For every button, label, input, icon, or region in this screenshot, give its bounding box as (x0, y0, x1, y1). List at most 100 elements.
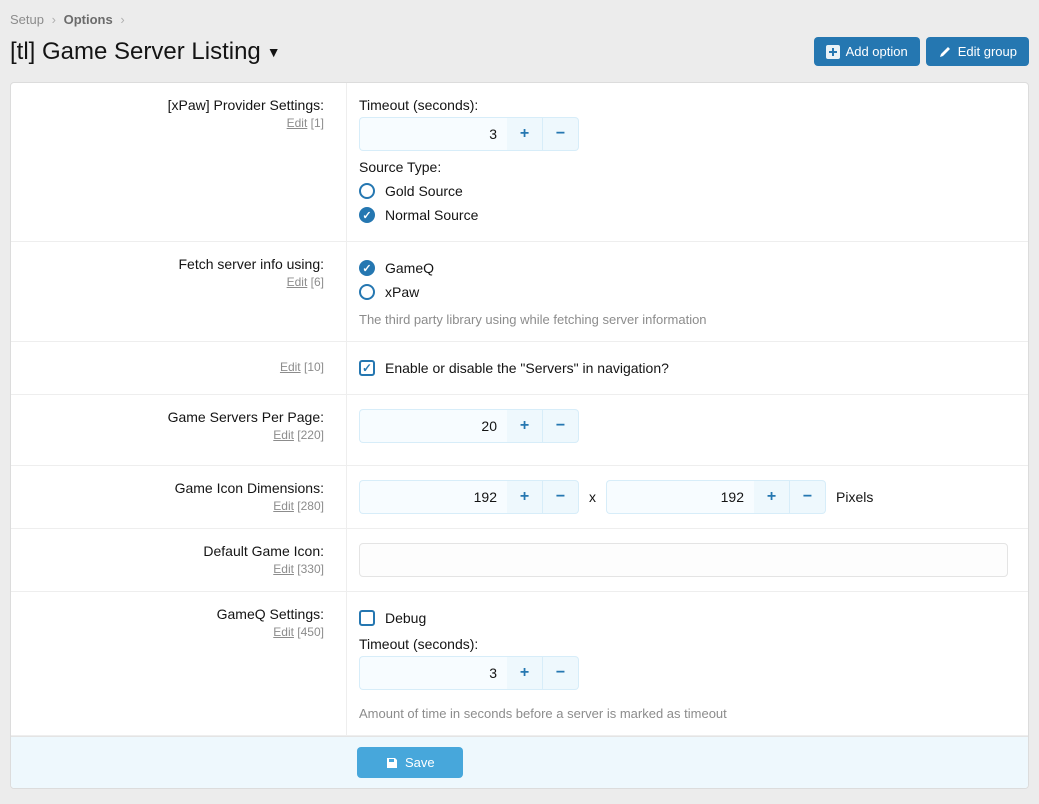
radio-label: xPaw (385, 284, 419, 300)
radio-checked-icon (359, 260, 375, 276)
radio-icon (359, 183, 375, 199)
radio-label: Gold Source (385, 183, 463, 199)
plus-icon: + (520, 488, 529, 506)
order-text: [1] (311, 116, 324, 130)
label-text: GameQ Settings: (23, 606, 324, 622)
page-header: [tl] Game Server Listing ▼ Add option Ed… (0, 33, 1039, 82)
chevron-right-icon: › (120, 12, 124, 27)
minus-icon: − (556, 125, 565, 143)
options-panel: [xPaw] Provider Settings: Edit [1] Timeo… (10, 82, 1029, 789)
chevron-right-icon: › (52, 12, 56, 27)
radio-icon (359, 284, 375, 300)
row-nav-toggle: Edit [10] Enable or disable the "Servers… (11, 342, 1028, 395)
order-text: [330] (297, 562, 324, 576)
timeout-label: Timeout (seconds): (359, 97, 1008, 113)
width-input[interactable] (359, 480, 507, 514)
order-text: [280] (297, 499, 324, 513)
height-input[interactable] (606, 480, 754, 514)
checkbox-checked-icon (359, 360, 375, 376)
header-actions: Add option Edit group (814, 37, 1029, 66)
edit-link[interactable]: Edit (287, 116, 308, 130)
plus-icon: + (767, 488, 776, 506)
increment-button[interactable]: + (507, 480, 543, 514)
row-label-gameq: GameQ Settings: Edit [450] (11, 592, 346, 735)
dimension-separator: x (589, 489, 596, 505)
label-text: Default Game Icon: (23, 543, 324, 559)
checkbox-nav-enable[interactable]: Enable or disable the "Servers" in navig… (359, 356, 1008, 380)
page-title[interactable]: [tl] Game Server Listing ▼ (10, 38, 281, 66)
perpage-input[interactable] (359, 409, 507, 443)
gameq-timeout-input[interactable] (359, 656, 507, 690)
breadcrumb-setup[interactable]: Setup (10, 12, 44, 27)
caret-down-icon: ▼ (267, 44, 281, 60)
row-content-gameq: Debug Timeout (seconds): + − Amount of t… (346, 592, 1028, 735)
edit-group-button[interactable]: Edit group (926, 37, 1029, 66)
minus-icon: − (803, 488, 812, 506)
perpage-stepper: + − (359, 409, 579, 443)
pencil-icon (938, 45, 952, 59)
row-content-icondim: + − x + − Pixels (346, 466, 1028, 528)
increment-button[interactable]: + (507, 409, 543, 443)
order-text: [450] (297, 625, 324, 639)
edit-link[interactable]: Edit (273, 428, 294, 442)
row-label-perpage: Game Servers Per Page: Edit [220] (11, 395, 346, 465)
page-title-text: [tl] Game Server Listing (10, 38, 261, 66)
help-text: The third party library using while fetc… (359, 312, 1008, 327)
order-text: [10] (304, 360, 324, 374)
timeout-stepper: + − (359, 117, 579, 151)
row-label-fetch: Fetch server info using: Edit [6] (11, 242, 346, 341)
decrement-button[interactable]: − (790, 480, 826, 514)
height-stepper: + − (606, 480, 826, 514)
row-fetch-info: Fetch server info using: Edit [6] GameQ … (11, 242, 1028, 342)
radio-label: GameQ (385, 260, 434, 276)
timeout-label: Timeout (seconds): (359, 636, 1008, 652)
plus-icon: + (520, 664, 529, 682)
decrement-button[interactable]: − (543, 117, 579, 151)
plus-icon: + (520, 125, 529, 143)
checkbox-debug[interactable]: Debug (359, 606, 1008, 630)
edit-link[interactable]: Edit (273, 625, 294, 639)
breadcrumb-options[interactable]: Options (64, 12, 113, 27)
radio-normal-source[interactable]: Normal Source (359, 203, 1008, 227)
plus-square-icon (826, 45, 840, 59)
increment-button[interactable]: + (507, 117, 543, 151)
increment-button[interactable]: + (754, 480, 790, 514)
edit-link[interactable]: Edit (273, 562, 294, 576)
edit-link[interactable]: Edit (287, 275, 308, 289)
radio-label: Normal Source (385, 207, 478, 223)
checkbox-icon (359, 610, 375, 626)
radio-gold-source[interactable]: Gold Source (359, 179, 1008, 203)
gameq-timeout-stepper: + − (359, 656, 579, 690)
label-text: [xPaw] Provider Settings: (23, 97, 324, 113)
minus-icon: − (556, 417, 565, 435)
edit-link[interactable]: Edit (280, 360, 301, 374)
decrement-button[interactable]: − (543, 656, 579, 690)
save-icon (385, 756, 399, 770)
row-content-perpage: + − (346, 395, 1028, 465)
source-type-label: Source Type: (359, 159, 1008, 175)
row-label-icondim: Game Icon Dimensions: Edit [280] (11, 466, 346, 528)
radio-xpaw[interactable]: xPaw (359, 280, 1008, 304)
decrement-button[interactable]: − (543, 480, 579, 514)
add-option-button[interactable]: Add option (814, 37, 920, 66)
timeout-input[interactable] (359, 117, 507, 151)
edit-link[interactable]: Edit (273, 499, 294, 513)
decrement-button[interactable]: − (543, 409, 579, 443)
row-label-nav: Edit [10] (11, 342, 346, 394)
row-label-defaulticon: Default Game Icon: Edit [330] (11, 529, 346, 591)
checkbox-label: Debug (385, 610, 426, 626)
row-content-provider: Timeout (seconds): + − Source Type: Gold… (346, 83, 1028, 241)
order-text: [220] (297, 428, 324, 442)
row-label-provider: [xPaw] Provider Settings: Edit [1] (11, 83, 346, 241)
row-provider-settings: [xPaw] Provider Settings: Edit [1] Timeo… (11, 83, 1028, 242)
default-icon-input[interactable] (359, 543, 1008, 577)
row-content-fetch: GameQ xPaw The third party library using… (346, 242, 1028, 341)
minus-icon: − (556, 664, 565, 682)
minus-icon: − (556, 488, 565, 506)
label-text: Fetch server info using: (23, 256, 324, 272)
increment-button[interactable]: + (507, 656, 543, 690)
radio-gameq[interactable]: GameQ (359, 256, 1008, 280)
footer-bar: Save (11, 736, 1028, 788)
save-button[interactable]: Save (357, 747, 463, 778)
label-text: Game Servers Per Page: (23, 409, 324, 425)
